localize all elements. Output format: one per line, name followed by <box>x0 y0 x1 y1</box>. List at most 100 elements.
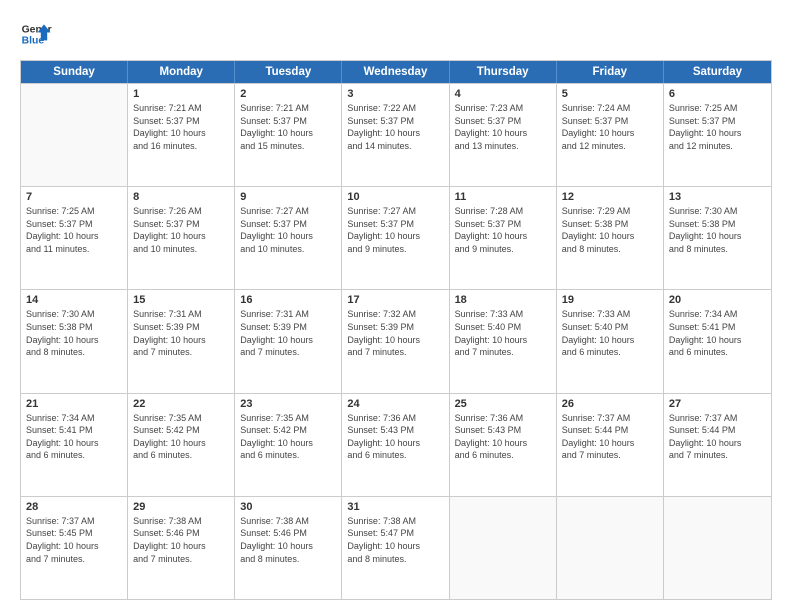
day-cell-3: 3 Sunrise: 7:22 AM Sunset: 5:37 PM Daylig… <box>342 84 449 186</box>
day-number: 1 <box>133 88 229 100</box>
day-number: 6 <box>669 88 766 100</box>
empty-cell <box>450 497 557 599</box>
day-cell-13: 13 Sunrise: 7:30 AM Sunset: 5:38 PM Dayli… <box>664 187 771 289</box>
day-number: 8 <box>133 191 229 203</box>
day-cell-15: 15 Sunrise: 7:31 AM Sunset: 5:39 PM Dayli… <box>128 290 235 392</box>
day-number: 16 <box>240 294 336 306</box>
day-number: 30 <box>240 501 336 513</box>
calendar-header: SundayMondayTuesdayWednesdayThursdayFrid… <box>21 61 771 83</box>
day-number: 11 <box>455 191 551 203</box>
day-cell-4: 4 Sunrise: 7:23 AM Sunset: 5:37 PM Daylig… <box>450 84 557 186</box>
day-number: 25 <box>455 398 551 410</box>
day-info: Sunrise: 7:24 AM Sunset: 5:37 PM Dayligh… <box>562 102 658 152</box>
logo: General Blue <box>20 18 52 50</box>
day-cell-30: 30 Sunrise: 7:38 AM Sunset: 5:46 PM Dayli… <box>235 497 342 599</box>
day-cell-24: 24 Sunrise: 7:36 AM Sunset: 5:43 PM Dayli… <box>342 394 449 496</box>
day-cell-16: 16 Sunrise: 7:31 AM Sunset: 5:39 PM Dayli… <box>235 290 342 392</box>
day-info: Sunrise: 7:38 AM Sunset: 5:46 PM Dayligh… <box>133 515 229 565</box>
calendar: SundayMondayTuesdayWednesdayThursdayFrid… <box>20 60 772 600</box>
day-info: Sunrise: 7:37 AM Sunset: 5:44 PM Dayligh… <box>562 412 658 462</box>
day-number: 18 <box>455 294 551 306</box>
day-info: Sunrise: 7:37 AM Sunset: 5:45 PM Dayligh… <box>26 515 122 565</box>
day-info: Sunrise: 7:25 AM Sunset: 5:37 PM Dayligh… <box>26 205 122 255</box>
day-cell-23: 23Sunrise: 7:35 AM Sunset: 5:42 PM Dayli… <box>235 394 342 496</box>
day-number: 7 <box>26 191 122 203</box>
header: General Blue <box>20 18 772 50</box>
empty-cell <box>664 497 771 599</box>
day-cell-1: 1 Sunrise: 7:21 AM Sunset: 5:37 PM Daylig… <box>128 84 235 186</box>
day-number: 13 <box>669 191 766 203</box>
day-cell-12: 12 Sunrise: 7:29 AM Sunset: 5:38 PM Dayli… <box>557 187 664 289</box>
day-number: 31 <box>347 501 443 513</box>
day-number: 19 <box>562 294 658 306</box>
day-number: 17 <box>347 294 443 306</box>
day-info: Sunrise: 7:31 AM Sunset: 5:39 PM Dayligh… <box>240 308 336 358</box>
header-day-thursday: Thursday <box>450 61 557 83</box>
day-number: 2 <box>240 88 336 100</box>
day-cell-9: 9 Sunrise: 7:27 AM Sunset: 5:37 PM Daylig… <box>235 187 342 289</box>
calendar-week-1: 1 Sunrise: 7:21 AM Sunset: 5:37 PM Daylig… <box>21 83 771 186</box>
day-number: 12 <box>562 191 658 203</box>
header-day-monday: Monday <box>128 61 235 83</box>
day-info: Sunrise: 7:34 AM Sunset: 5:41 PM Dayligh… <box>669 308 766 358</box>
header-day-wednesday: Wednesday <box>342 61 449 83</box>
calendar-week-4: 21 Sunrise: 7:34 AM Sunset: 5:41 PM Dayli… <box>21 393 771 496</box>
day-info: Sunrise: 7:23 AM Sunset: 5:37 PM Dayligh… <box>455 102 551 152</box>
day-cell-25: 25 Sunrise: 7:36 AM Sunset: 5:43 PM Dayli… <box>450 394 557 496</box>
day-cell-28: 28 Sunrise: 7:37 AM Sunset: 5:45 PM Dayli… <box>21 497 128 599</box>
day-info: Sunrise: 7:22 AM Sunset: 5:37 PM Dayligh… <box>347 102 443 152</box>
day-info: Sunrise: 7:34 AM Sunset: 5:41 PM Dayligh… <box>26 412 122 462</box>
day-cell-18: 18Sunrise: 7:33 AM Sunset: 5:40 PM Dayli… <box>450 290 557 392</box>
logo-icon: General Blue <box>20 18 52 50</box>
day-cell-2: 2 Sunrise: 7:21 AM Sunset: 5:37 PM Daylig… <box>235 84 342 186</box>
day-number: 23 <box>240 398 336 410</box>
day-number: 27 <box>669 398 766 410</box>
day-number: 28 <box>26 501 122 513</box>
day-cell-17: 17 Sunrise: 7:32 AM Sunset: 5:39 PM Dayli… <box>342 290 449 392</box>
day-cell-14: 14Sunrise: 7:30 AM Sunset: 5:38 PM Dayli… <box>21 290 128 392</box>
day-number: 14 <box>26 294 122 306</box>
day-cell-8: 8 Sunrise: 7:26 AM Sunset: 5:37 PM Daylig… <box>128 187 235 289</box>
day-info: Sunrise: 7:27 AM Sunset: 5:37 PM Dayligh… <box>347 205 443 255</box>
empty-cell <box>557 497 664 599</box>
day-number: 9 <box>240 191 336 203</box>
day-cell-7: 7 Sunrise: 7:25 AM Sunset: 5:37 PM Daylig… <box>21 187 128 289</box>
day-info: Sunrise: 7:29 AM Sunset: 5:38 PM Dayligh… <box>562 205 658 255</box>
header-day-friday: Friday <box>557 61 664 83</box>
day-cell-31: 31Sunrise: 7:38 AM Sunset: 5:47 PM Dayli… <box>342 497 449 599</box>
day-cell-29: 29Sunrise: 7:38 AM Sunset: 5:46 PM Dayli… <box>128 497 235 599</box>
day-cell-20: 20 Sunrise: 7:34 AM Sunset: 5:41 PM Dayli… <box>664 290 771 392</box>
day-number: 24 <box>347 398 443 410</box>
day-info: Sunrise: 7:38 AM Sunset: 5:46 PM Dayligh… <box>240 515 336 565</box>
day-info: Sunrise: 7:21 AM Sunset: 5:37 PM Dayligh… <box>133 102 229 152</box>
day-info: Sunrise: 7:25 AM Sunset: 5:37 PM Dayligh… <box>669 102 766 152</box>
header-day-saturday: Saturday <box>664 61 771 83</box>
day-info: Sunrise: 7:26 AM Sunset: 5:37 PM Dayligh… <box>133 205 229 255</box>
day-info: Sunrise: 7:27 AM Sunset: 5:37 PM Dayligh… <box>240 205 336 255</box>
day-info: Sunrise: 7:36 AM Sunset: 5:43 PM Dayligh… <box>455 412 551 462</box>
calendar-week-3: 14Sunrise: 7:30 AM Sunset: 5:38 PM Dayli… <box>21 289 771 392</box>
day-info: Sunrise: 7:36 AM Sunset: 5:43 PM Dayligh… <box>347 412 443 462</box>
page: General Blue SundayMondayTuesdayWednesda… <box>0 0 792 612</box>
day-info: Sunrise: 7:31 AM Sunset: 5:39 PM Dayligh… <box>133 308 229 358</box>
empty-cell <box>21 84 128 186</box>
day-number: 3 <box>347 88 443 100</box>
day-info: Sunrise: 7:28 AM Sunset: 5:37 PM Dayligh… <box>455 205 551 255</box>
day-cell-26: 26Sunrise: 7:37 AM Sunset: 5:44 PM Dayli… <box>557 394 664 496</box>
day-number: 4 <box>455 88 551 100</box>
day-cell-19: 19Sunrise: 7:33 AM Sunset: 5:40 PM Dayli… <box>557 290 664 392</box>
calendar-week-5: 28 Sunrise: 7:37 AM Sunset: 5:45 PM Dayli… <box>21 496 771 599</box>
day-cell-11: 11 Sunrise: 7:28 AM Sunset: 5:37 PM Dayli… <box>450 187 557 289</box>
calendar-body: 1 Sunrise: 7:21 AM Sunset: 5:37 PM Daylig… <box>21 83 771 599</box>
day-cell-21: 21 Sunrise: 7:34 AM Sunset: 5:41 PM Dayli… <box>21 394 128 496</box>
day-info: Sunrise: 7:21 AM Sunset: 5:37 PM Dayligh… <box>240 102 336 152</box>
day-number: 21 <box>26 398 122 410</box>
day-number: 20 <box>669 294 766 306</box>
day-info: Sunrise: 7:32 AM Sunset: 5:39 PM Dayligh… <box>347 308 443 358</box>
day-cell-22: 22Sunrise: 7:35 AM Sunset: 5:42 PM Dayli… <box>128 394 235 496</box>
day-number: 15 <box>133 294 229 306</box>
day-info: Sunrise: 7:30 AM Sunset: 5:38 PM Dayligh… <box>669 205 766 255</box>
day-number: 5 <box>562 88 658 100</box>
day-info: Sunrise: 7:35 AM Sunset: 5:42 PM Dayligh… <box>133 412 229 462</box>
day-info: Sunrise: 7:37 AM Sunset: 5:44 PM Dayligh… <box>669 412 766 462</box>
